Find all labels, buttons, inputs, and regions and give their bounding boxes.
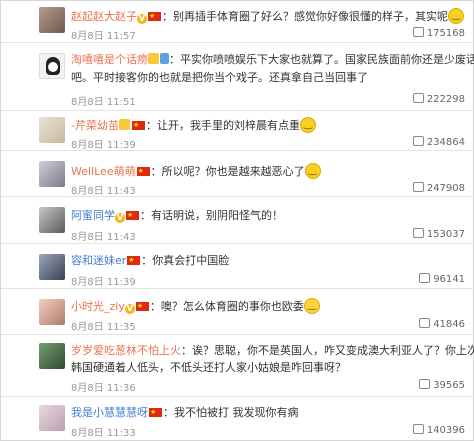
china-flag-icon	[127, 252, 141, 268]
comment-item: 岁岁爱吃葱林不怕上火：诶？思聪，你不是英国人，咋又变成澳大利亚人了？你上次在 韩…	[1, 335, 474, 397]
like-count: 175168	[426, 28, 465, 39]
like-count: 39565	[433, 380, 465, 391]
laughing-emoji-icon	[303, 298, 320, 314]
like-count: 96141	[433, 274, 465, 285]
avatar[interactable]	[39, 299, 65, 325]
avatar[interactable]	[39, 254, 65, 280]
like-button[interactable]: 247908	[412, 182, 465, 194]
comment-username[interactable]: 我是小慧慧慧呀	[71, 406, 148, 419]
avatar[interactable]	[39, 7, 65, 33]
like-button[interactable]: 153037	[412, 228, 465, 240]
like-button[interactable]: 234864	[412, 136, 465, 148]
comment-text: ：别再插手体育圈了好么？感觉你好像很懂的样子，其实呢	[162, 10, 448, 23]
avatar[interactable]	[39, 161, 65, 187]
like-count: 247908	[426, 183, 465, 194]
comment-username[interactable]: 淘嘻嘻是个话痨	[71, 53, 148, 66]
comment-text: ：有话明说，别阴阳怪气的！	[140, 209, 283, 222]
comment-username[interactable]: WellLee萌萌	[71, 165, 136, 178]
comment-text-continued: 韩国硬通着人低头，不低头还打人家小姑娘是咋回事呀？	[71, 361, 346, 374]
comment-text: ：让开，我手里的刘梓晨有点重	[145, 119, 300, 132]
thumbs-up-icon	[412, 27, 424, 37]
like-count: 222298	[426, 94, 465, 105]
comment-text: ：噢？怎么体育圈的事你也欧委	[149, 300, 304, 313]
vip-badge-icon: V	[137, 14, 147, 24]
avatar[interactable]	[39, 343, 65, 369]
comment-time: 8月8日 11:51	[71, 97, 136, 108]
comment-text-continued: 吧。平时接客你的也就是把你当个戏子。还真拿自己当回事了	[71, 71, 368, 84]
comment-time: 8月8日 11:39	[71, 140, 136, 151]
comment-text: ：平实你喷喷娱乐下大家也就算了。国家民族面前你还是少废话	[169, 53, 474, 66]
like-button[interactable]: 175168	[412, 27, 465, 39]
comment-username[interactable]: -芹菜幼苗	[71, 119, 119, 132]
comment-item: 容和迷妹er ：你真会打中国脸 8月8日 11:39 96141	[1, 244, 473, 289]
china-flag-icon	[135, 298, 149, 314]
avatar[interactable]	[39, 405, 65, 431]
comment-item: 阿蜜同学V ：有话明说，别阴阳怪气的！ 8月8日 11:43 153037	[1, 197, 473, 244]
comment-username[interactable]: 岁岁爱吃葱林不怕上火	[71, 344, 181, 357]
comment-time: 8月8日 11:43	[71, 232, 136, 243]
like-count: 234864	[426, 137, 465, 148]
like-button[interactable]: 39565	[419, 379, 465, 391]
comment-text: ：我不怕被打 我发现你有病	[163, 406, 299, 419]
smiley-emoji-icon	[304, 163, 321, 179]
avatar[interactable]	[39, 53, 65, 79]
smiley-emoji-icon	[448, 8, 464, 24]
thumbs-up-icon	[412, 136, 424, 146]
comment-item: 淘嘻嘻是个话痨 ：平实你喷喷娱乐下大家也就算了。国家民族面前你还是少废话 吧。平时…	[1, 43, 474, 111]
blue-badge-icon	[160, 53, 169, 64]
yellow-badge-icon	[148, 53, 159, 64]
like-button[interactable]: 96141	[419, 273, 465, 285]
thumbs-up-icon	[419, 318, 431, 328]
like-button[interactable]: 140396	[412, 424, 465, 436]
yellow-badge-icon	[118, 119, 130, 130]
comment-text: ：你真会打中国脸	[141, 254, 230, 267]
vip-badge-icon: V	[115, 213, 125, 223]
comment-time: 8月8日 11:36	[71, 383, 136, 394]
avatar[interactable]	[39, 117, 65, 143]
comment-text: ：诶？思聪，你不是英国人，咋又变成澳大利亚人了？你上次在	[181, 344, 474, 357]
smiley-emoji-icon	[299, 117, 316, 133]
comment-time: 8月8日 11:57	[71, 31, 136, 42]
thumbs-up-icon	[419, 273, 431, 283]
comment-time: 8月8日 11:39	[71, 277, 136, 288]
avatar[interactable]	[39, 207, 65, 233]
china-flag-icon	[149, 404, 162, 420]
vip-badge-icon: V	[124, 304, 135, 314]
comment-username[interactable]: 阿蜜同学	[71, 209, 115, 222]
china-flag-icon	[148, 8, 161, 24]
like-count: 140396	[426, 425, 465, 436]
comment-item: 赵起赵大赵子V ：别再插手体育圈了好么？感觉你好像很懂的样子，其实呢 8月8日 1…	[1, 1, 473, 43]
comment-item: WellLee萌萌 ：所以呢？你也是越来越恶心了 8月8日 11:43 24790…	[1, 151, 473, 197]
comment-username[interactable]: 小时光_zly	[71, 300, 125, 313]
china-flag-icon	[126, 207, 139, 223]
thumbs-up-icon	[412, 93, 424, 103]
comment-time: 8月8日 11:35	[71, 322, 136, 333]
comment-list: 赵起赵大赵子V：别再插手体育圈了好么？感觉你好像很懂的样子，其实呢 8月8日 1…	[0, 0, 474, 441]
comment-username[interactable]: 赵起赵大赵子	[71, 10, 137, 23]
comment-text: ：所以呢？你也是越来越恶心了	[150, 165, 305, 178]
like-count: 153037	[426, 229, 465, 240]
thumbs-up-icon	[419, 379, 431, 389]
thumbs-up-icon	[412, 228, 424, 238]
comment-item: -芹菜幼苗 ：让开，我手里的刘梓晨有点重 8月8日 11:39 234864	[1, 111, 473, 151]
thumbs-up-icon	[412, 424, 424, 434]
china-flag-icon	[136, 163, 150, 179]
comment-time: 8月8日 11:33	[71, 428, 136, 439]
like-count: 41846	[433, 319, 465, 330]
comment-item: 我是小慧慧慧呀 ：我不怕被打 我发现你有病 8月8日 11:33 140396	[1, 397, 473, 440]
thumbs-up-icon	[412, 182, 424, 192]
china-flag-icon	[131, 117, 145, 133]
like-button[interactable]: 222298	[412, 93, 465, 105]
comment-username[interactable]: 容和迷妹er	[71, 254, 126, 267]
like-button[interactable]: 41846	[419, 318, 465, 330]
comment-item: 小时光_zlyV ：噢？怎么体育圈的事你也欧委 8月8日 11:35 41846	[1, 289, 473, 335]
comment-time: 8月8日 11:43	[71, 186, 136, 197]
